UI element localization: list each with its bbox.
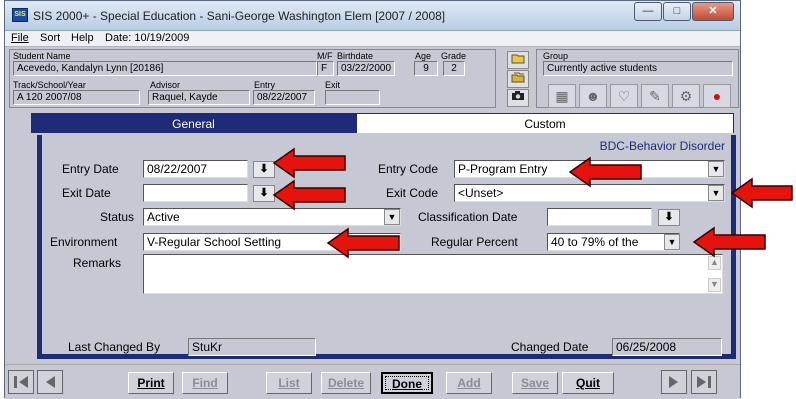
entry-label: Entry [254,80,276,90]
regular-percent-label: Regular Percent [431,235,518,249]
mf-label: M/F [317,51,333,61]
calendar-dropdown-icon[interactable]: ⬇ [658,209,680,226]
folder-open-icon[interactable] [507,51,529,69]
add-button[interactable]: Add [446,372,492,394]
pencil-icon[interactable]: ✎ [641,84,669,108]
tab-bar: General Custom [31,113,734,133]
classification-date-label: Classification Date [418,210,518,224]
next-record-icon[interactable] [661,370,687,394]
grid-icon[interactable]: ▦ [548,84,576,108]
scroll-up-icon[interactable]: ▲ [708,256,721,270]
advisor-field: Raquel, Kayde [148,90,250,105]
maximize-button[interactable]: □ [663,2,691,21]
changed-date-label: Changed Date [511,340,589,354]
advisor-label: Advisor [150,80,181,90]
exit-field [325,90,380,105]
group-label: Group [543,51,569,61]
group-field: Currently active students [543,61,733,76]
gear-icon[interactable]: ⚙ [672,84,700,108]
exit-date-field[interactable] [143,184,248,202]
menu-bar: File Sort Help Date: 10/19/2009 [5,31,740,47]
age-field: 9 [414,61,438,76]
delete-button[interactable]: Delete [321,372,371,394]
last-record-icon[interactable] [691,370,717,394]
person-icon[interactable]: ☻ [579,84,607,108]
student-info-group: Student Name Acevedo, Kandalyn Lynn [201… [9,49,496,108]
menu-date: Date: 10/19/2009 [105,32,190,44]
status-label: Status [100,210,135,224]
done-button[interactable]: Done [381,372,433,394]
birthdate-label: Birthdate [337,51,374,61]
entry-code-label: Entry Code [378,162,439,176]
find-button[interactable]: Find [182,372,228,394]
entry-date-field[interactable]: 08/22/2007 [143,160,248,178]
changed-date-field: 06/25/2008 [612,338,722,356]
print-button[interactable]: Print [128,372,174,394]
tab-custom[interactable]: Custom [356,113,734,133]
red-arrow-icon [272,179,346,211]
grade-label: Grade [441,51,467,61]
red-arrow-icon [326,227,400,259]
track-label: Track/School/Year [13,80,86,90]
exit-label: Exit [325,80,341,90]
quit-button[interactable]: Quit [562,372,614,394]
grade-field: 2 [443,61,465,76]
track-field: A 120 2007/08 [13,90,140,105]
entry-date-label: Entry Date [62,162,119,176]
close-button[interactable]: ✕ [692,2,734,21]
classification-date-field[interactable] [547,208,652,226]
regular-percent-select[interactable]: 40 to 79% of the [547,233,680,251]
people-icon[interactable]: ♡ [610,84,638,108]
list-button[interactable]: List [266,372,312,394]
title-bar: SIS SIS 2000+ - Special Education - Sani… [5,1,740,31]
main-window: SIS SIS 2000+ - Special Education - Sani… [4,0,741,399]
camera-icon[interactable] [507,89,529,107]
chevron-down-icon[interactable]: ▼ [664,234,680,250]
exit-date-label: Exit Date [62,186,111,200]
eraser-icon[interactable]: ● [703,84,731,108]
last-changed-label: Last Changed By [68,340,161,354]
tab-general[interactable]: General [31,113,356,133]
minimize-button[interactable]: — [634,2,662,21]
student-name-label: Student Name [13,51,71,61]
environment-label: Environment [50,235,118,249]
save-button[interactable]: Save [512,372,558,394]
disability-label: BDC-Behavior Disorder [599,139,725,153]
chevron-down-icon[interactable]: ▼ [384,209,400,225]
window-title: SIS 2000+ - Special Education - Sani-Geo… [33,9,446,23]
remarks-textarea[interactable] [143,254,723,294]
chevron-down-icon[interactable]: ▼ [708,161,724,177]
chevron-down-icon[interactable]: ▼ [708,185,724,201]
remarks-label: Remarks [73,256,122,270]
red-arrow-icon [730,177,793,209]
red-arrow-icon [272,147,346,179]
exit-code-label: Exit Code [386,186,439,200]
birthdate-field: 03/22/2000 [337,61,395,76]
menu-file[interactable]: File [11,32,29,44]
student-name-field: Acevedo, Kandalyn Lynn [20186] [13,61,317,76]
bottom-toolbar: Print Find List Delete Done Add Save Qui… [5,364,740,399]
menu-help[interactable]: Help [71,32,94,44]
red-arrow-icon [568,156,642,188]
age-label: Age [415,51,432,61]
first-record-icon[interactable] [8,370,34,394]
red-arrow-icon [692,226,766,258]
previous-record-icon[interactable] [37,370,63,394]
sis-app-icon: SIS [12,8,28,22]
menu-sort[interactable]: Sort [40,32,60,44]
last-changed-field: StuKr [188,338,316,356]
mf-field: F [317,61,334,76]
scroll-down-icon[interactable]: ▼ [708,278,721,292]
entry-field: 08/22/2007 [253,90,315,105]
folder-stack-icon[interactable] [507,70,529,88]
